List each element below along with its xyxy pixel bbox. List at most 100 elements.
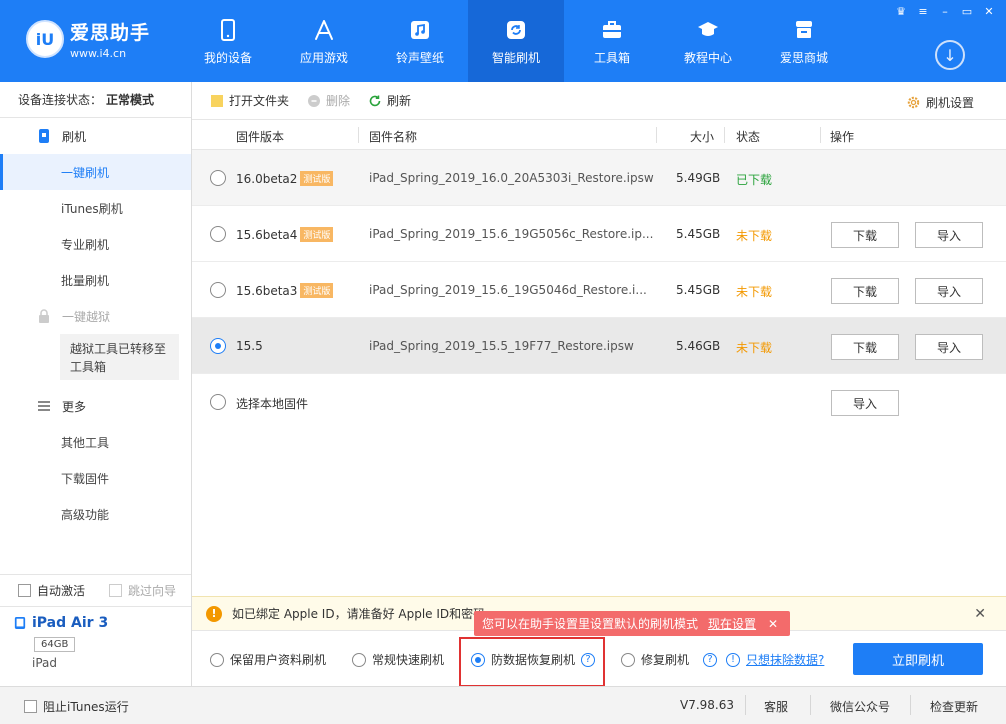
check-update-link[interactable]: 检查更新 — [930, 698, 978, 715]
firmware-size: 5.49GB — [676, 171, 721, 185]
firmware-version: 15.6beta4 — [236, 228, 298, 242]
import-button[interactable]: 导入 — [915, 334, 983, 360]
sidebar-group-jailbreak: 一键越狱 — [0, 298, 191, 334]
table-row[interactable]: 15.6beta4 测试版 iPad_Spring_2019_15.6_19G50… — [192, 206, 1006, 262]
firmware-radio[interactable] — [210, 170, 226, 186]
firmware-radio[interactable] — [210, 282, 226, 298]
sidebar-group-flash[interactable]: 刷机 — [0, 118, 191, 154]
device-info: iPad Air 3 64GB iPad — [0, 606, 191, 686]
refresh-button[interactable]: 刷新 — [368, 92, 411, 109]
erase-link-label: 只想抹除数据? — [746, 653, 825, 667]
table-row[interactable]: 15.5 iPad_Spring_2019_15.5_19F77_Restore… — [192, 318, 1006, 374]
table-row[interactable]: 15.6beta3 测试版 iPad_Spring_2019_15.6_19G50… — [192, 262, 1006, 318]
jailbreak-note: 越狱工具已转移至工具箱 — [60, 334, 179, 380]
import-button[interactable]: 导入 — [915, 222, 983, 248]
mode-label: 保留用户资料刷机 — [230, 653, 327, 667]
skin-icon[interactable]: ♛ — [892, 4, 910, 18]
firmware-size: 5.45GB — [676, 227, 721, 241]
nav-apps-games[interactable]: 应用游戏 — [276, 0, 372, 82]
list-icon — [36, 398, 52, 414]
close-icon[interactable]: ✕ — [980, 4, 998, 18]
sidebar-item-one-click-flash[interactable]: 一键刷机 — [0, 154, 191, 190]
nav-label: 爱思商城 — [779, 50, 828, 65]
nav-label: 工具箱 — [593, 50, 630, 65]
tooltip-text: 您可以在助手设置里设置默认的刷机模式 — [482, 617, 699, 631]
firmware-name: iPad_Spring_2019_16.0_20A5303i_Restore.i… — [369, 171, 654, 185]
firmware-name: iPad_Spring_2019_15.6_19G5056c_Restore.i… — [369, 227, 654, 241]
import-button[interactable]: 导入 — [915, 278, 983, 304]
help-icon[interactable]: ? — [703, 652, 718, 667]
header-actions: 操作 — [830, 130, 855, 144]
menu-icon[interactable]: ≡ — [914, 4, 932, 18]
auto-activate-checkbox[interactable] — [18, 584, 31, 597]
firmware-radio[interactable] — [210, 394, 226, 410]
toolbar: 打开文件夹 删除 刷新 刷机设置 — [192, 82, 1006, 120]
sidebar-item-advanced[interactable]: 高级功能 — [0, 496, 191, 532]
sidebar-item-batch-flash[interactable]: 批量刷机 — [0, 262, 191, 298]
warning-icon: ! — [206, 605, 222, 622]
status-badge: 未下载 — [736, 229, 773, 243]
mode-radio[interactable] — [210, 652, 224, 667]
erase-data-link[interactable]: ! 只想抹除数据? — [726, 651, 824, 668]
download-manager-icon[interactable]: ↓ — [935, 40, 965, 70]
wechat-link[interactable]: 微信公众号 — [830, 698, 890, 715]
toolbox-icon — [598, 17, 626, 43]
set-now-link[interactable]: 现在设置 — [708, 615, 756, 632]
close-icon[interactable]: ✕ — [974, 606, 986, 622]
device-type: iPad — [32, 656, 58, 670]
beta-badge: 测试版 — [300, 171, 334, 186]
lock-icon — [36, 308, 52, 324]
sidebar: 设备连接状态： 正常模式 刷机 一键刷机 iTunes刷机 专业刷机 批量刷机 … — [0, 82, 192, 686]
shop-icon — [790, 17, 818, 43]
download-button[interactable]: 下载 — [831, 278, 899, 304]
nav-toolbox[interactable]: 工具箱 — [564, 0, 660, 82]
maximize-icon[interactable]: ▭ — [958, 4, 976, 18]
nav-tutorials[interactable]: 教程中心 — [660, 0, 756, 82]
mode-repair[interactable]: 修复刷机 ? — [621, 651, 718, 668]
download-button[interactable]: 下载 — [831, 222, 899, 248]
folder-icon — [210, 94, 224, 108]
phone-icon — [214, 17, 242, 43]
header-status: 状态 — [736, 130, 761, 144]
skip-guide-checkbox — [109, 584, 123, 597]
table-row-local-firmware[interactable]: 选择本地固件 导入 — [192, 374, 1006, 430]
minimize-icon[interactable]: – — [936, 4, 954, 18]
close-icon[interactable]: ✕ — [768, 617, 778, 631]
nav-my-device[interactable]: 我的设备 — [180, 0, 276, 82]
import-local-button[interactable]: 导入 — [831, 390, 899, 416]
auto-activate-label: 自动激活 — [37, 584, 86, 598]
refresh-icon — [368, 94, 382, 108]
gear-icon — [906, 95, 921, 110]
tablet-icon — [14, 615, 26, 631]
sidebar-item-pro-flash[interactable]: 专业刷机 — [0, 226, 191, 262]
block-itunes-option[interactable]: 阻止iTunes运行 — [24, 698, 129, 715]
flash-now-button[interactable]: 立即刷机 — [853, 643, 983, 675]
customer-service-link[interactable]: 客服 — [764, 698, 788, 715]
download-button[interactable]: 下载 — [831, 334, 899, 360]
status-value: 正常模式 — [106, 93, 155, 107]
block-itunes-checkbox[interactable] — [24, 700, 37, 713]
nav-smart-flash[interactable]: 智能刷机 — [468, 0, 564, 82]
mode-radio[interactable] — [352, 652, 366, 667]
table-row[interactable]: 16.0beta2 测试版 iPad_Spring_2019_16.0_20A53… — [192, 150, 1006, 206]
sidebar-group-more[interactable]: 更多 — [0, 388, 191, 424]
firmware-radio[interactable] — [210, 226, 226, 242]
firmware-radio[interactable] — [210, 338, 226, 354]
flash-phone-icon — [36, 128, 52, 144]
sidebar-item-download-firmware[interactable]: 下载固件 — [0, 460, 191, 496]
nav-ringtones[interactable]: 铃声壁纸 — [372, 0, 468, 82]
sidebar-item-itunes-flash[interactable]: iTunes刷机 — [0, 190, 191, 226]
mode-label: 常规快速刷机 — [372, 653, 445, 667]
flash-settings-button[interactable]: 刷机设置 — [906, 94, 974, 111]
appstore-icon — [310, 17, 338, 43]
mode-quick[interactable]: 常规快速刷机 — [352, 651, 444, 668]
delete-button: 删除 — [307, 92, 350, 109]
mode-keep-data[interactable]: 保留用户资料刷机 — [210, 651, 326, 668]
open-folder-button[interactable]: 打开文件夹 — [210, 92, 289, 109]
group-label: 一键越狱 — [62, 309, 111, 324]
group-label: 更多 — [62, 399, 87, 414]
sidebar-item-other-tools[interactable]: 其他工具 — [0, 424, 191, 460]
mode-radio[interactable] — [621, 652, 635, 667]
header-name: 固件名称 — [369, 130, 418, 144]
nav-shop[interactable]: 爱思商城 — [756, 0, 852, 82]
